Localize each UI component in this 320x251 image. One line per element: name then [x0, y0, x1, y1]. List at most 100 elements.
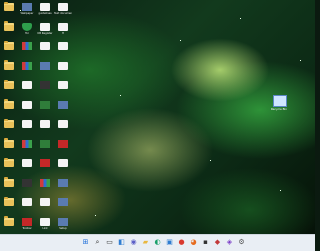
desktop-icon[interactable] [0, 0, 18, 20]
desktop-icon[interactable] [0, 98, 18, 118]
desktop-icon[interactable] [54, 78, 72, 98]
desktop-icon[interactable]: Toolbar [18, 215, 36, 235]
folder-icon [4, 40, 14, 50]
desktop-icon[interactable] [54, 98, 72, 118]
desktop-icon[interactable] [36, 176, 54, 196]
desktop-icon[interactable] [0, 117, 18, 137]
doc-icon [58, 42, 68, 50]
desktop-icon[interactable] [18, 156, 36, 176]
dark-icon [22, 178, 32, 187]
desktop-icon[interactable] [36, 39, 54, 59]
desktop-icon[interactable]: Tor [18, 20, 36, 40]
doc-icon [22, 81, 32, 89]
desktop-icon[interactable] [0, 39, 18, 59]
desktop-icon[interactable]: Wallpaper [18, 0, 36, 20]
terminal-icon[interactable]: ▪ [201, 238, 210, 247]
desktop-icon[interactable] [0, 215, 18, 235]
doc-icon [58, 22, 68, 31]
green-icon [40, 139, 50, 148]
desktop-icon[interactable] [18, 195, 36, 215]
desktop-icon[interactable] [18, 78, 36, 98]
app-icon[interactable]: ◆ [213, 238, 222, 247]
desktop-icon[interactable] [36, 59, 54, 79]
desktop-icon[interactable] [0, 137, 18, 157]
desktop-icon-label: H [62, 31, 64, 35]
folder-icon [4, 21, 14, 31]
desktop-icon[interactable]: H [54, 20, 72, 40]
widgets-icon[interactable]: ◧ [117, 238, 126, 247]
desktop-icon[interactable] [36, 78, 54, 98]
edge-icon[interactable]: ◐ [153, 238, 162, 247]
doc-icon [58, 120, 68, 128]
desktop-icon[interactable] [0, 78, 18, 98]
img-icon [58, 198, 68, 206]
desktop-icon[interactable]: Text document [54, 0, 72, 20]
desktop-icon[interactable] [54, 156, 72, 176]
taskbar: ⊞ ⌕ ▭ ◧ ◉ ▰ ◐ ▣ ● ◕ ▪ ◆ ◈ ⚙ [0, 234, 315, 251]
desktop-icon[interactable] [54, 117, 72, 137]
desktop-icon[interactable] [18, 176, 36, 196]
desktop-icon[interactable] [54, 39, 72, 59]
folder-icon [4, 118, 14, 128]
desktop-icon-right[interactable]: Recycle Bin [268, 93, 290, 115]
desktop-icon[interactable] [54, 176, 72, 196]
desktop-icon[interactable] [36, 137, 54, 157]
star-dot [120, 95, 121, 96]
task-view-icon[interactable]: ▭ [105, 238, 114, 247]
store-icon[interactable]: ▣ [165, 238, 174, 247]
desktop-icon-label: Toolbar [22, 226, 32, 230]
folder-icon [4, 99, 14, 109]
firefox-icon[interactable]: ◕ [189, 238, 198, 247]
desktop-icon-label: KB Register [37, 31, 53, 35]
dark-icon [40, 81, 50, 89]
desktop-icon[interactable] [36, 156, 54, 176]
recycle-bin-icon [273, 95, 287, 107]
green-icon [40, 100, 50, 109]
file-explorer-icon[interactable]: ▰ [141, 238, 150, 247]
vs-icon[interactable]: ◈ [225, 238, 234, 247]
desktop-icon[interactable] [0, 156, 18, 176]
star-dot [300, 60, 301, 61]
doc-icon [40, 217, 50, 226]
desktop-icon[interactable] [36, 117, 54, 137]
desktop-icon[interactable] [54, 137, 72, 157]
multi-icon [22, 139, 32, 148]
multi-icon [22, 61, 32, 70]
chrome-icon[interactable]: ● [177, 238, 186, 247]
chat-icon[interactable]: ◉ [129, 238, 138, 247]
desktop-icon[interactable] [0, 20, 18, 40]
desktop-icon[interactable] [18, 98, 36, 118]
desktop-icon[interactable] [18, 39, 36, 59]
multi-icon [40, 178, 50, 187]
desktop-icon[interactable] [0, 195, 18, 215]
desktop-icon[interactable] [18, 59, 36, 79]
desktop-icon[interactable] [0, 59, 18, 79]
img-icon [58, 217, 68, 226]
red-icon [22, 217, 32, 226]
doc-icon [40, 22, 50, 31]
desktop-icon[interactable] [54, 195, 72, 215]
start-icon[interactable]: ⊞ [81, 238, 90, 247]
doc-icon [58, 159, 68, 167]
desktop-icon-label: Text document [54, 12, 72, 15]
desktop-icon[interactable]: KB Register [36, 20, 54, 40]
desktop-icon[interactable]: guidelines [36, 0, 54, 20]
desktop-icon[interactable] [18, 117, 36, 137]
desktop-icon[interactable] [36, 98, 54, 118]
desktop-icon[interactable]: Setup [54, 215, 72, 235]
img-icon [58, 100, 68, 109]
doc-icon [22, 159, 32, 167]
desktop-icon-label: Recycle Bin [270, 107, 288, 111]
shield-icon [22, 22, 32, 31]
desktop-icon-grid: Wallpaper guidelines Text document Tor KB Re… [0, 0, 72, 234]
search-icon[interactable]: ⌕ [93, 238, 102, 247]
desktop-icon[interactable]: Link [36, 215, 54, 235]
folder-icon [4, 157, 14, 167]
settings-icon[interactable]: ⚙ [237, 238, 246, 247]
desktop-icon[interactable] [54, 59, 72, 79]
desktop-icon[interactable] [18, 137, 36, 157]
star-dot [180, 40, 181, 41]
doc-icon [40, 3, 50, 11]
desktop-icon[interactable] [36, 195, 54, 215]
desktop-icon[interactable] [0, 176, 18, 196]
